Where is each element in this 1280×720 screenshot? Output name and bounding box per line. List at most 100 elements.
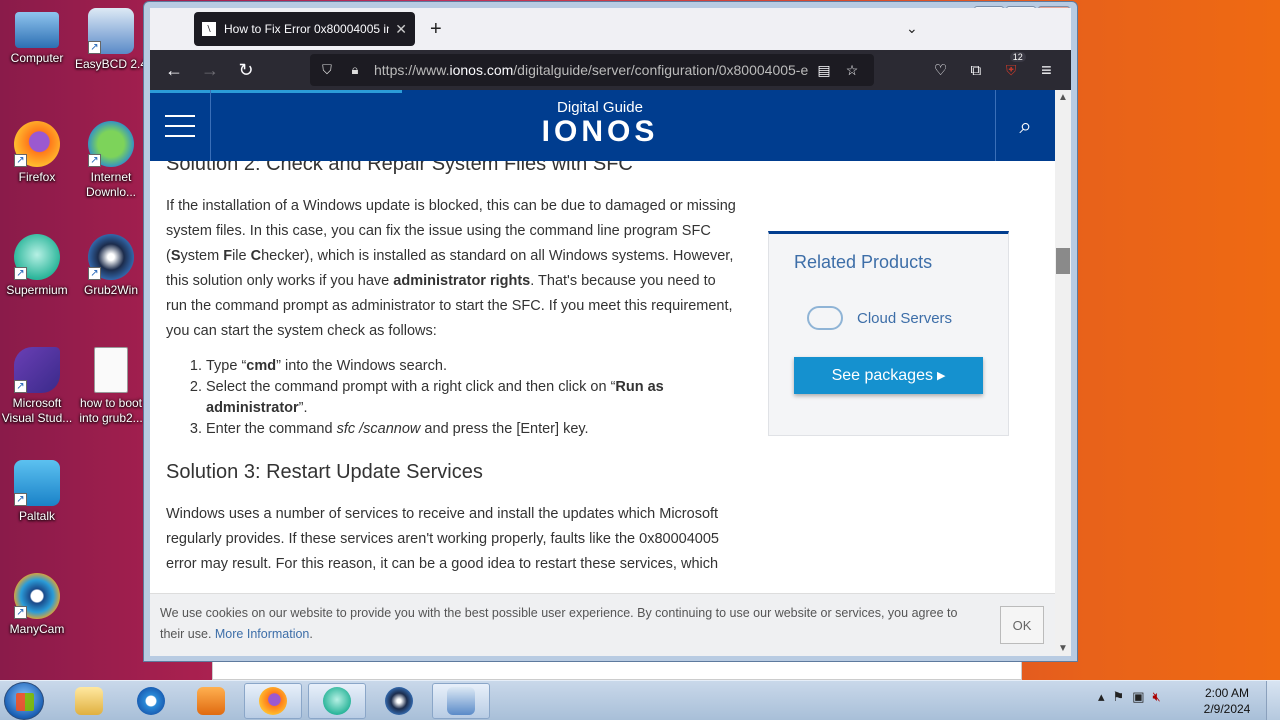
brand-logo: IONOS	[541, 115, 659, 148]
shortcut-arrow-icon: ↗	[14, 154, 27, 167]
list-item: Enter the command sfc /scannow and press…	[206, 419, 738, 440]
related-products-box: Related Products Cloud Servers See packa…	[768, 231, 1009, 436]
search-icon: ⌕	[1019, 112, 1032, 138]
related-product-link[interactable]: Cloud Servers	[807, 306, 952, 330]
brand-subtitle: Digital Guide	[557, 99, 643, 116]
cookie-banner: We use cookies on our website to provide…	[150, 593, 1055, 656]
list-tabs-chevron-icon[interactable]: ⌄	[906, 20, 918, 37]
background-window-edge	[212, 662, 1022, 680]
taskbar-explorer[interactable]	[60, 683, 118, 719]
desktop-icon-label: ManyCam	[9, 622, 65, 636]
cookie-ok-button[interactable]: OK	[1000, 606, 1044, 644]
desktop-icon-label: Paltalk	[18, 509, 56, 523]
action-center-flag-icon[interactable]: ⚑	[1113, 689, 1125, 705]
lock-icon[interactable]: 🔒︎	[346, 62, 364, 78]
desktop-icon-label: Microsoft Visual Stud...	[1, 396, 73, 425]
taskbar: ▴ ⚑ ▣ 🔇︎ 2:00 AM 2/9/2024	[0, 680, 1280, 720]
scroll-down-icon[interactable]: ▼	[1055, 643, 1071, 654]
list-item: Select the command prompt with a right c…	[206, 377, 738, 419]
tab-bar: \ How to Fix Error 0x80004005 in W ✕ + ⌄	[150, 8, 1071, 50]
windows-logo-icon	[16, 693, 34, 711]
volume-muted-icon[interactable]: 🔇︎	[1152, 689, 1160, 705]
desktop-icon-label: Internet Downlo...	[85, 170, 137, 199]
taskbar-easybcd[interactable]	[432, 683, 490, 719]
folder-icon	[75, 687, 103, 715]
steps-list: Type “cmd” into the Windows search. Sele…	[206, 356, 738, 440]
extension-badge: 12	[1009, 52, 1026, 62]
ublock-icon[interactable]: ⛨ 12	[997, 52, 1026, 86]
cloud-icon	[807, 306, 843, 330]
desktop-icon-label: Computer	[10, 51, 64, 65]
firefox-icon: ↗	[14, 121, 60, 167]
new-tab-button[interactable]: +	[430, 18, 442, 41]
taskbar-clock[interactable]: 2:00 AM 2/9/2024	[1196, 685, 1258, 717]
taskbar-ie[interactable]	[122, 683, 180, 719]
desktop-icon-grub2win[interactable]: ↗ Grub2Win	[74, 234, 148, 298]
shortcut-arrow-icon: ↗	[14, 380, 27, 393]
easybcd-icon	[447, 687, 475, 715]
caret-right-icon: ▶	[936, 370, 946, 382]
taskbar-supermium[interactable]	[308, 683, 366, 719]
desktop-icon-computer[interactable]: Computer	[0, 8, 74, 66]
reader-view-icon[interactable]: ▤	[810, 62, 838, 79]
grub2win-icon	[385, 687, 413, 715]
paragraph-update-services: Windows uses a number of services to rec…	[166, 506, 719, 572]
hamburger-menu-button[interactable]	[150, 90, 211, 161]
system-tray: ▴ ⚑ ▣ 🔇︎	[1098, 689, 1161, 705]
desktop-icon-easybcd[interactable]: ↗ EasyBCD 2.4	[74, 8, 148, 72]
network-icon[interactable]: ▣	[1132, 689, 1144, 705]
see-packages-button[interactable]: See packages ▶	[794, 357, 983, 394]
idm-icon: ↗	[88, 121, 134, 167]
pocket-icon[interactable]: ♡	[926, 54, 955, 86]
browser-tab[interactable]: \ How to Fix Error 0x80004005 in W ✕	[194, 12, 415, 46]
list-item: Type “cmd” into the Windows search.	[206, 356, 738, 377]
text-file-icon	[94, 347, 128, 393]
tab-title: How to Fix Error 0x80004005 in W	[224, 22, 390, 36]
paragraph-sfc: If the installation of a Windows update …	[166, 198, 736, 339]
page-viewport: Solution 2: Check and Repair System File…	[150, 90, 1055, 656]
scroll-up-icon[interactable]: ▲	[1055, 92, 1071, 103]
toolbar-right: ♡ ⧉ ⛨ 12 ≡	[926, 52, 1061, 86]
more-information-link[interactable]: More Information	[215, 627, 309, 641]
desktop-icon-manycam[interactable]: ↗ ManyCam	[0, 573, 74, 637]
site-logo[interactable]: Digital Guide IONOS	[540, 99, 660, 148]
grub2win-icon: ↗	[88, 234, 134, 280]
clock-date: 2/9/2024	[1203, 702, 1251, 716]
shortcut-arrow-icon: ↗	[14, 493, 27, 506]
desktop-icon-visual-studio[interactable]: ↗ Microsoft Visual Stud...	[0, 347, 74, 426]
show-desktop-button[interactable]	[1266, 681, 1280, 720]
desktop-icon-paltalk[interactable]: ↗ Paltalk	[0, 460, 74, 524]
site-search-button[interactable]: ⌕	[995, 90, 1055, 161]
desktop-icon-idm[interactable]: ↗ Internet Downlo...	[74, 121, 148, 200]
desktop-icon-label: Supermium	[6, 283, 68, 297]
desktop-icon-label: EasyBCD 2.4	[74, 57, 148, 71]
extensions-icon[interactable]: ⧉	[961, 54, 990, 86]
url-text[interactable]: https://www.ionos.com/digitalguide/serve…	[374, 62, 810, 78]
shortcut-arrow-icon: ↗	[88, 267, 101, 280]
url-bar[interactable]: ⛉ 🔒︎ https://www.ionos.com/digitalguide/…	[310, 54, 874, 86]
supermium-icon	[323, 687, 351, 715]
easybcd-icon: ↗	[88, 8, 134, 54]
desktop-icon-firefox[interactable]: ↗ Firefox	[0, 121, 74, 185]
taskbar-grub2win[interactable]	[370, 683, 428, 719]
tracking-shield-icon[interactable]: ⛉	[318, 62, 336, 78]
bookmark-star-icon[interactable]: ☆	[838, 62, 866, 79]
taskbar-firefox[interactable]	[244, 683, 302, 719]
start-button[interactable]	[4, 682, 44, 720]
page-scrollbar[interactable]: ▲ ▼	[1055, 90, 1071, 656]
desktop-icon-text-file[interactable]: how to boot into grub2...	[74, 347, 148, 426]
reload-button[interactable]: ↻	[230, 54, 262, 86]
forward-button[interactable]: →	[194, 54, 226, 86]
show-hidden-icons-icon[interactable]: ▴	[1098, 689, 1105, 705]
app-menu-icon[interactable]: ≡	[1032, 54, 1061, 86]
desktop-icon-label: Grub2Win	[83, 283, 139, 297]
computer-icon	[15, 12, 59, 48]
desktop-icon-supermium[interactable]: ↗ Supermium	[0, 234, 74, 298]
back-button[interactable]: ←	[158, 54, 190, 86]
taskbar-media-player[interactable]	[182, 683, 240, 719]
desktop-icon-label: how to boot into grub2...	[79, 396, 143, 425]
tab-close-icon[interactable]: ✕	[395, 21, 407, 38]
scrollbar-thumb[interactable]	[1056, 248, 1070, 274]
site-header: Digital Guide IONOS ⌕	[150, 90, 1055, 161]
shortcut-arrow-icon: ↗	[88, 154, 101, 167]
